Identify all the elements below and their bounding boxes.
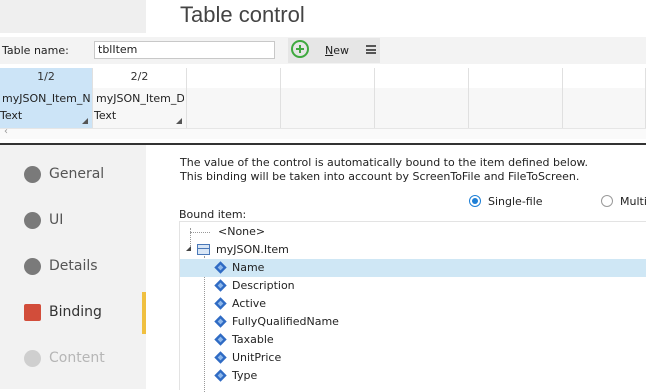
column-header-1[interactable]: 1/2 — [0, 68, 93, 88]
column-type: Text — [0, 109, 23, 122]
column-header-empty — [187, 68, 281, 88]
field-icon — [214, 261, 227, 274]
tree-item-active[interactable]: Active — [180, 295, 646, 313]
header-left-panel — [0, 0, 146, 33]
tree-item-label: Active — [232, 297, 267, 310]
column-name: myJSON_Item_De — [96, 92, 184, 105]
multi-file-label[interactable]: Multi — [620, 195, 646, 208]
column-cell-2[interactable]: myJSON_Item_De Text — [93, 88, 187, 128]
horizontal-scrollbar[interactable] — [0, 128, 646, 139]
column-header-empty — [281, 68, 375, 88]
scroll-left-icon[interactable]: ‹ — [4, 126, 8, 137]
field-icon — [214, 297, 227, 310]
tree-item-label: FullyQualifiedName — [232, 315, 339, 328]
binding-icon — [24, 304, 41, 321]
tree-item-label: Name — [232, 261, 265, 274]
column-cell-empty — [281, 88, 375, 128]
new-button-underline: N — [325, 44, 334, 57]
sidebar-item-binding[interactable]: Binding — [0, 291, 146, 337]
field-icon — [214, 279, 227, 292]
bound-item-label: Bound item: — [179, 208, 247, 221]
field-icon — [214, 369, 227, 382]
column-name: myJSON_Item_Na — [2, 92, 90, 105]
page-title: Table control — [180, 2, 305, 27]
resize-handle-icon[interactable] — [82, 118, 88, 124]
sidebar-item-label: Details — [49, 258, 98, 274]
sidebar-item-label: Content — [49, 350, 105, 366]
table-name-label: Table name: — [2, 44, 69, 57]
column-cell-empty — [187, 88, 281, 128]
table-icon — [197, 244, 210, 255]
single-file-label[interactable]: Single-file — [488, 195, 543, 208]
field-icon — [214, 315, 227, 328]
tree-item-none[interactable]: <None> — [180, 223, 646, 241]
column-cell-1[interactable]: myJSON_Item_Na Text — [0, 88, 93, 128]
sidebar-item-content[interactable]: Content — [0, 337, 146, 383]
general-icon — [24, 166, 41, 183]
tree-item-description[interactable]: Description — [180, 277, 646, 295]
sidebar-item-label: General — [49, 166, 105, 182]
sidebar-item-general[interactable]: General — [0, 153, 146, 199]
tree-item-unitprice[interactable]: UnitPrice — [180, 349, 646, 367]
sidebar-item-label: Binding — [49, 304, 102, 320]
bound-item-tree[interactable]: <None> myJSON.Item Name Description Acti… — [179, 221, 646, 392]
column-cell-empty — [563, 88, 646, 128]
multi-file-radio[interactable] — [601, 195, 613, 207]
menu-icon[interactable] — [366, 45, 376, 54]
tree-item-label: Description — [232, 279, 295, 292]
tree-item-label: UnitPrice — [232, 351, 282, 364]
tree-item-label: myJSON.Item — [216, 243, 289, 256]
column-header-empty — [469, 68, 563, 88]
tree-item-type[interactable]: Type — [180, 367, 646, 385]
tree-item-label: Taxable — [232, 333, 274, 346]
tree-item-label: Type — [232, 369, 258, 382]
field-icon — [214, 351, 227, 364]
single-file-radio[interactable] — [469, 195, 481, 207]
field-icon — [214, 333, 227, 346]
tree-item-name[interactable]: Name — [180, 259, 646, 277]
new-button[interactable]: New — [325, 44, 349, 57]
binding-description-1: The value of the control is automaticall… — [180, 156, 589, 169]
new-button-label: ew — [333, 44, 349, 57]
sidebar-item-ui[interactable]: UI — [0, 199, 146, 245]
column-type: Text — [94, 109, 117, 122]
collapse-icon[interactable] — [186, 246, 191, 251]
tree-item-root[interactable]: myJSON.Item — [180, 241, 646, 259]
column-header-empty — [375, 68, 469, 88]
column-header-empty — [563, 68, 646, 88]
add-icon[interactable] — [291, 40, 309, 58]
table-name-input[interactable]: tblItem — [94, 41, 275, 59]
column-header-2[interactable]: 2/2 — [93, 68, 187, 88]
details-icon — [24, 258, 41, 275]
tree-item-taxable[interactable]: Taxable — [180, 331, 646, 349]
column-cell-empty — [375, 88, 469, 128]
ui-icon — [24, 212, 41, 229]
sidebar-item-label: UI — [49, 212, 64, 228]
sidebar-item-details[interactable]: Details — [0, 245, 146, 291]
resize-handle-icon[interactable] — [176, 118, 182, 124]
active-indicator — [142, 292, 146, 334]
tree-item-fullyqualifiedname[interactable]: FullyQualifiedName — [180, 313, 646, 331]
column-cell-empty — [469, 88, 563, 128]
content-icon — [24, 350, 41, 367]
tree-item-label: <None> — [218, 225, 266, 238]
binding-description-2: This binding will be taken into account … — [180, 170, 580, 183]
